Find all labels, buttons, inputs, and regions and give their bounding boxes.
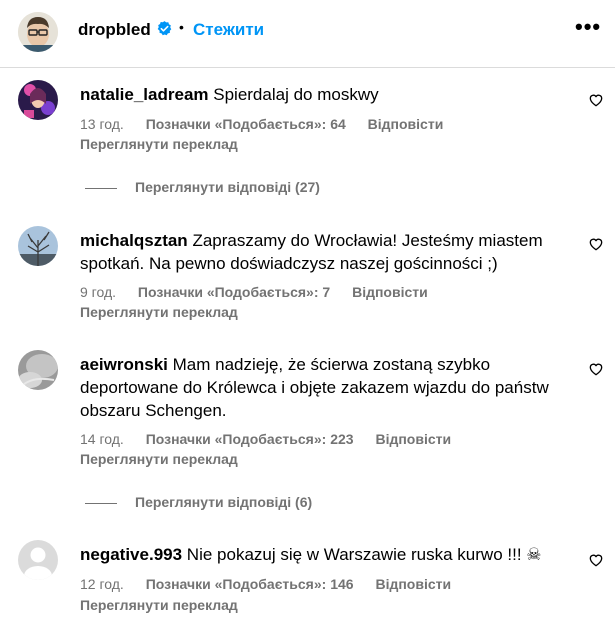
like-heart-icon[interactable] [588,236,604,252]
comment-likes[interactable]: Позначки «Подобається»: 223 [146,431,354,447]
comment-meta: 12 год. Позначки «Подобається»: 146 Відп… [80,576,469,592]
reply-button[interactable]: Відповісти [375,431,451,447]
commenter-avatar[interactable] [18,80,58,120]
comment-body: Nie pokazuj się w Warszawie ruska kurwo … [186,545,542,564]
comment-time[interactable]: 9 год. [80,284,116,300]
comment-meta: 14 год. Позначки «Подобається»: 223 Відп… [80,431,469,447]
more-horizontal-icon[interactable]: ••• [575,16,601,38]
like-heart-icon[interactable] [588,92,604,108]
comment-time[interactable]: 14 год. [80,431,124,447]
reply-button[interactable]: Відповісти [375,576,451,592]
comment-text-block: michalqsztan Zapraszamy do Wrocławia! Je… [80,229,570,275]
commenter-avatar[interactable] [18,540,58,580]
like-heart-icon[interactable] [588,552,604,568]
comment-username[interactable]: negative.993 [80,545,182,564]
author-avatar[interactable] [18,12,58,52]
comment-text-block: aeiwronski Mam nadzieję, że ścierwa zost… [80,353,570,422]
comment-likes[interactable]: Позначки «Подобається»: 146 [146,576,354,592]
comment-text-block: negative.993 Nie pokazuj się w Warszawie… [80,543,570,566]
view-replies-label: Переглянути відповіді (6) [135,494,313,510]
see-translation-link[interactable]: Переглянути переклад [80,597,238,613]
comment-meta: 9 год. Позначки «Подобається»: 7 Відпові… [80,284,446,300]
verified-badge-icon [157,21,172,36]
comment-username[interactable]: aeiwronski [80,355,168,374]
view-replies-button[interactable]: Переглянути відповіді (27) [85,179,320,195]
comment-username[interactable]: natalie_ladream [80,85,209,104]
replies-divider-line [85,187,117,189]
comment-time[interactable]: 13 год. [80,116,124,132]
see-translation-link[interactable]: Переглянути переклад [80,451,238,467]
author-username[interactable]: dropbled [78,20,151,40]
comment-likes[interactable]: Позначки «Подобається»: 7 [138,284,330,300]
comment-username[interactable]: michalqsztan [80,231,188,250]
comment-body: Spierdalaj do moskwy [213,85,379,104]
reply-button[interactable]: Відповісти [368,116,444,132]
header-separator: • [179,19,184,35]
see-translation-link[interactable]: Переглянути переклад [80,304,238,320]
comment-text-block: natalie_ladream Spierdalaj do moskwy [80,83,570,106]
replies-divider-line [85,502,117,504]
view-replies-label: Переглянути відповіді (27) [135,179,320,195]
comment-likes[interactable]: Позначки «Подобається»: 64 [146,116,346,132]
view-replies-button[interactable]: Переглянути відповіді (6) [85,494,312,510]
follow-button[interactable]: Стежити [193,20,264,40]
see-translation-link[interactable]: Переглянути переклад [80,136,238,152]
like-heart-icon[interactable] [588,361,604,377]
comment-time[interactable]: 12 год. [80,576,124,592]
comment-meta: 13 год. Позначки «Подобається»: 64 Відпо… [80,116,461,132]
reply-button[interactable]: Відповісти [352,284,428,300]
post-header: dropbled • Стежити ••• [0,0,615,68]
commenter-avatar[interactable] [18,226,58,266]
commenter-avatar[interactable] [18,350,58,390]
